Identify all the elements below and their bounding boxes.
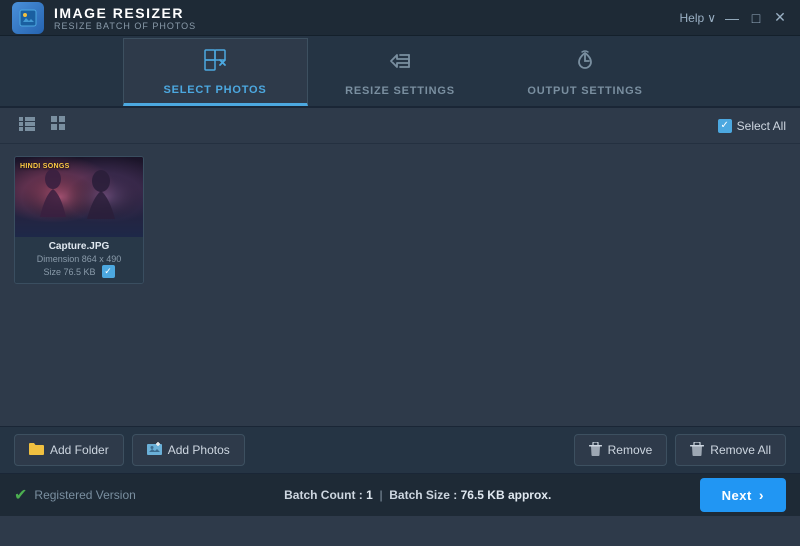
remove-button[interactable]: Remove	[574, 434, 668, 466]
output-settings-icon	[572, 48, 598, 80]
photo-info: Capture.JPG Dimension 864 x 490 Size 76.…	[15, 237, 143, 283]
tab-output-settings-label: OUTPUT SETTINGS	[527, 85, 642, 97]
list-view-button[interactable]	[14, 113, 40, 138]
registered-icon: ✔	[14, 485, 27, 505]
app-title-sub: RESIZE BATCH OF PHOTOS	[54, 21, 196, 31]
minimize-button[interactable]: —	[724, 10, 740, 26]
help-chevron-icon: ∨	[707, 11, 716, 25]
add-photos-button[interactable]: Add Photos	[132, 434, 245, 466]
main-content: HINDI SONGS Capture.JPG Dimension 864 x …	[0, 144, 800, 426]
add-photos-icon	[147, 442, 162, 458]
app-title-main: IMAGE RESIZER	[54, 5, 196, 21]
status-center: Batch Count : 1 | Batch Size : 76.5 KB a…	[284, 488, 551, 502]
app-logo	[12, 2, 44, 34]
left-actions: Add Folder Add Photos	[14, 434, 245, 466]
select-photos-icon	[202, 47, 228, 79]
tab-resize-settings[interactable]: RESIZE SETTINGS	[308, 38, 493, 106]
add-photos-label: Add Photos	[168, 443, 230, 457]
add-folder-label: Add Folder	[50, 443, 109, 457]
batch-size-value: 76.5 KB approx.	[461, 488, 552, 502]
photo-thumbnail: HINDI SONGS	[15, 157, 143, 237]
right-actions: Remove Remove All	[574, 434, 786, 466]
tab-select-photos-label: SELECT PHOTOS	[163, 84, 266, 96]
app-title-text: IMAGE RESIZER RESIZE BATCH OF PHOTOS	[54, 5, 196, 31]
remove-all-button[interactable]: Remove All	[675, 434, 786, 466]
select-all-label: Select All	[737, 119, 786, 133]
photo-filename: Capture.JPG	[20, 241, 138, 252]
batch-count-value: 1	[366, 488, 373, 502]
help-label: Help	[680, 11, 705, 25]
remove-all-label: Remove All	[710, 443, 771, 457]
close-button[interactable]: ✕	[772, 10, 788, 26]
tab-select-photos[interactable]: SELECT PHOTOS	[123, 38, 308, 106]
remove-icon	[589, 442, 602, 459]
photo-item: HINDI SONGS Capture.JPG Dimension 864 x …	[14, 156, 144, 284]
folder-icon	[29, 442, 44, 458]
next-arrow-icon: ›	[759, 487, 764, 503]
add-folder-button[interactable]: Add Folder	[14, 434, 124, 466]
tabs-bar: SELECT PHOTOS RESIZE SETTINGS OUTPUT SET…	[0, 36, 800, 108]
select-all-area[interactable]: ✓ Select All	[718, 119, 786, 133]
select-all-checkbox[interactable]: ✓	[718, 119, 732, 133]
maximize-button[interactable]: □	[748, 10, 764, 26]
photo-size: Size 76.5 KB	[43, 267, 95, 277]
registered-label: Registered Version	[34, 488, 135, 502]
help-button[interactable]: Help ∨	[680, 11, 716, 25]
photo-size-row: Size 76.5 KB ✓	[20, 265, 138, 278]
status-left: ✔ Registered Version	[14, 485, 136, 505]
status-bar: ✔ Registered Version Batch Count : 1 | B…	[0, 474, 800, 516]
toolbar: ✓ Select All	[0, 108, 800, 144]
app-logo-area: IMAGE RESIZER RESIZE BATCH OF PHOTOS	[12, 2, 196, 34]
batch-count-label: Batch Count :	[284, 488, 363, 502]
remove-label: Remove	[608, 443, 653, 457]
next-button[interactable]: Next ›	[700, 478, 786, 512]
view-toggles	[14, 113, 72, 138]
grid-view-button[interactable]	[46, 113, 72, 138]
window-controls: Help ∨ — □ ✕	[680, 10, 788, 26]
photo-dimension: Dimension 864 x 490	[20, 254, 138, 264]
resize-settings-icon	[387, 48, 413, 80]
title-bar: IMAGE RESIZER RESIZE BATCH OF PHOTOS Hel…	[0, 0, 800, 36]
tab-output-settings[interactable]: OUTPUT SETTINGS	[493, 38, 678, 106]
bottom-actions: Add Folder Add Photos	[0, 426, 800, 474]
next-label: Next	[722, 488, 752, 503]
remove-all-icon	[690, 442, 704, 459]
tab-resize-settings-label: RESIZE SETTINGS	[345, 85, 455, 97]
photo-checkbox[interactable]: ✓	[102, 265, 115, 278]
batch-size-label: Batch Size :	[389, 488, 457, 502]
